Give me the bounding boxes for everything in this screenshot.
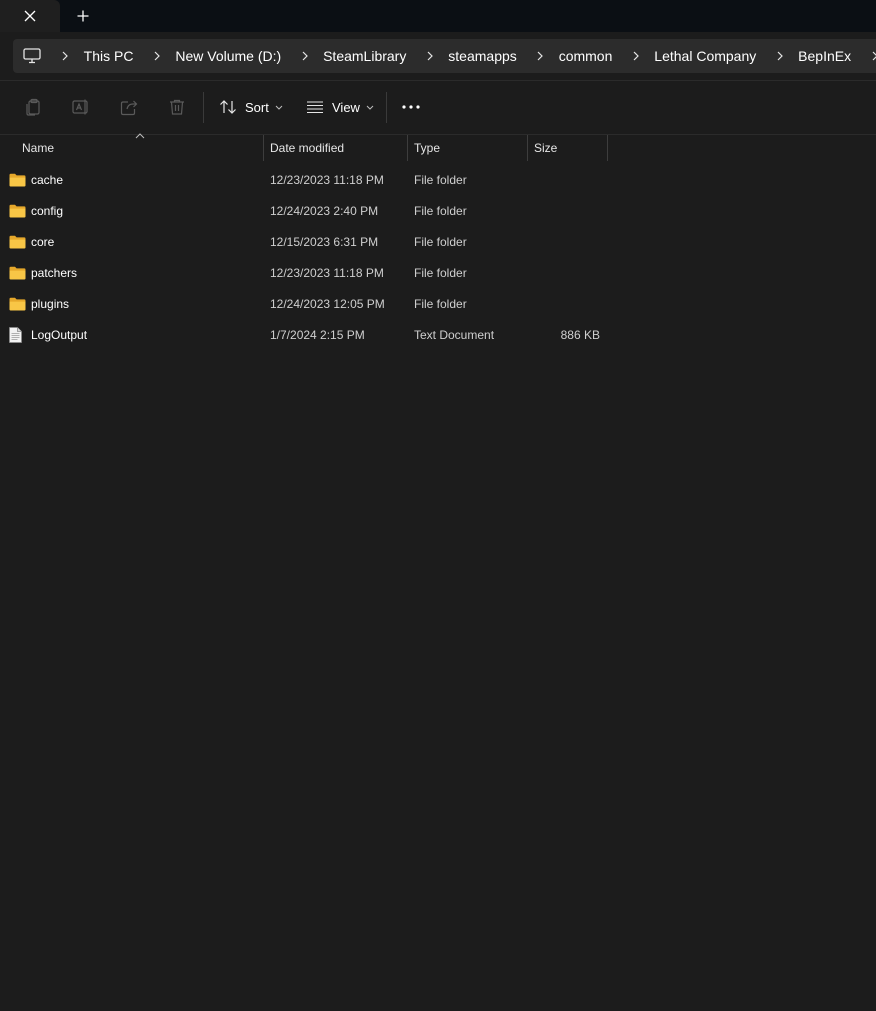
chevron-right-icon[interactable] <box>774 51 785 61</box>
text-document-icon <box>9 326 27 343</box>
file-size <box>528 288 600 319</box>
column-size-label: Size <box>534 141 558 155</box>
column-date-label: Date modified <box>270 141 345 155</box>
plus-icon <box>77 10 89 22</box>
file-name-cell: LogOutput <box>9 319 259 350</box>
file-date: 12/24/2023 12:05 PM <box>270 296 385 311</box>
folder-icon <box>9 234 27 250</box>
separator <box>386 92 387 123</box>
column-header-date[interactable]: Date modified <box>264 135 407 161</box>
file-name-cell: cache <box>9 164 259 195</box>
file-type: File folder <box>414 265 467 280</box>
tab-strip <box>0 0 876 32</box>
folder-icon <box>9 203 27 219</box>
file-name-cell: plugins <box>9 288 259 319</box>
file-name-cell: config <box>9 195 259 226</box>
file-name: core <box>31 234 55 249</box>
view-label: View <box>332 99 360 115</box>
close-icon <box>24 10 36 22</box>
file-row[interactable]: core 12/15/2023 6:31 PM File folder <box>0 226 876 257</box>
file-type: Text Document <box>414 327 495 342</box>
chevron-right-icon[interactable] <box>535 51 546 61</box>
file-size <box>528 164 600 195</box>
breadcrumb-item[interactable]: New Volume (D:) <box>175 48 281 64</box>
file-name: config <box>31 203 64 218</box>
breadcrumb-item[interactable]: SteamLibrary <box>323 48 406 64</box>
share-icon[interactable] <box>118 96 140 118</box>
file-date: 1/7/2024 2:15 PM <box>270 327 365 342</box>
breadcrumb-item[interactable]: Lethal Company <box>654 48 756 64</box>
column-type-label: Type <box>414 141 441 155</box>
breadcrumb-item[interactable]: This PC <box>84 48 134 64</box>
file-date: 12/23/2023 11:18 PM <box>270 265 384 280</box>
view-icon <box>307 101 323 114</box>
address-bar[interactable]: This PC New Volume (D:) SteamLibrary steama… <box>13 39 876 73</box>
sort-icon <box>220 100 236 114</box>
sort-label: Sort <box>245 99 269 115</box>
new-tab-button[interactable] <box>68 0 98 32</box>
file-name: patchers <box>31 265 78 280</box>
breadcrumb-item[interactable]: BepInEx <box>798 48 851 64</box>
column-headers: Name Date modified Type Size <box>0 133 876 161</box>
breadcrumb-item[interactable]: steamapps <box>448 48 516 64</box>
column-name-label: Name <box>22 141 55 155</box>
copy-icon[interactable] <box>22 96 44 118</box>
file-type: File folder <box>414 234 467 249</box>
file-row[interactable]: patchers 12/23/2023 11:18 PM File folder <box>0 257 876 288</box>
file-size <box>528 257 600 288</box>
file-name: LogOutput <box>31 327 88 342</box>
address-row: This PC New Volume (D:) SteamLibrary steama… <box>0 32 876 81</box>
file-size <box>528 195 600 226</box>
rename-icon[interactable] <box>70 96 92 118</box>
folder-icon <box>9 265 27 281</box>
column-header-name[interactable]: Name <box>16 135 263 161</box>
command-bar: Sort View <box>0 81 876 135</box>
chevron-right-icon[interactable] <box>299 51 310 61</box>
delete-icon[interactable] <box>166 96 188 118</box>
file-name: plugins <box>31 296 70 311</box>
chevron-down-icon <box>366 105 374 110</box>
column-header-size[interactable]: Size <box>528 135 607 161</box>
file-size: 886 KB <box>560 327 600 342</box>
view-button[interactable]: View <box>306 93 374 121</box>
file-type: File folder <box>414 172 467 187</box>
separator <box>203 92 204 123</box>
file-date: 12/15/2023 6:31 PM <box>270 234 379 249</box>
chevron-right-icon[interactable] <box>60 51 71 61</box>
folder-icon <box>9 172 27 188</box>
file-type: File folder <box>414 296 467 311</box>
file-name-cell: patchers <box>9 257 259 288</box>
file-row[interactable]: plugins 12/24/2023 12:05 PM File folder <box>0 288 876 319</box>
file-row[interactable]: cache 12/23/2023 11:18 PM File folder <box>0 164 876 195</box>
file-name-cell: core <box>9 226 259 257</box>
sort-button[interactable]: Sort <box>219 93 283 121</box>
chevron-right-icon[interactable] <box>869 51 876 61</box>
file-row[interactable]: LogOutput 1/7/2024 2:15 PM Text Document 88… <box>0 319 876 350</box>
chevron-down-icon <box>275 105 283 110</box>
chevron-right-icon[interactable] <box>424 51 435 61</box>
column-divider[interactable] <box>607 135 608 161</box>
more-icon[interactable] <box>400 96 422 118</box>
file-date: 12/24/2023 2:40 PM <box>270 203 379 218</box>
column-header-type[interactable]: Type <box>408 135 527 161</box>
file-name: cache <box>31 172 64 187</box>
computer-icon[interactable] <box>23 46 42 66</box>
close-tab-button[interactable] <box>0 0 60 32</box>
chevron-right-icon[interactable] <box>151 51 162 61</box>
folder-icon <box>9 296 27 312</box>
chevron-right-icon[interactable] <box>630 51 641 61</box>
file-size <box>528 226 600 257</box>
file-row[interactable]: config 12/24/2023 2:40 PM File folder <box>0 195 876 226</box>
file-list: cache 12/23/2023 11:18 PM File folder confi… <box>0 164 876 350</box>
breadcrumb-item[interactable]: common <box>559 48 613 64</box>
file-type: File folder <box>414 203 467 218</box>
file-date: 12/23/2023 11:18 PM <box>270 172 384 187</box>
